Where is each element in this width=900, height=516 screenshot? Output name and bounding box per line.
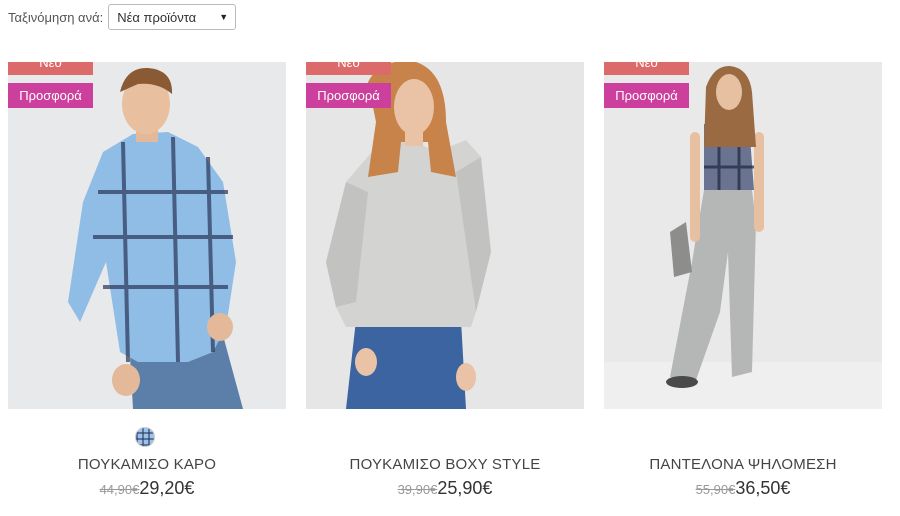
- new-badge: Νέο: [604, 62, 689, 75]
- sort-bar: Ταξινόμηση ανά: Νέα προϊόντα ▼: [8, 3, 237, 31]
- product-image[interactable]: Νέο Προσφορά: [604, 62, 882, 409]
- sort-label: Ταξινόμηση ανά:: [8, 9, 104, 25]
- product-image[interactable]: Νέο Προσφορά: [8, 62, 286, 409]
- product-name[interactable]: ΠΑΝΤΕΛΟΝΑ ΨΗΛΟΜΕΣΗ: [604, 456, 882, 473]
- sort-selected-value: Νέα προϊόντα: [117, 9, 197, 25]
- product-price: 55,90€36,50€: [604, 478, 882, 499]
- old-price: 39,90€: [397, 482, 438, 497]
- sort-select[interactable]: Νέα προϊόντα ▼: [108, 4, 237, 30]
- sale-badge: Προσφορά: [306, 83, 391, 108]
- new-badge: Νέο: [8, 62, 93, 75]
- sale-badge: Προσφορά: [8, 83, 93, 108]
- old-price: 44,90€: [99, 482, 140, 497]
- current-price: 29,20€: [139, 478, 195, 498]
- product-price: 39,90€25,90€: [306, 478, 584, 499]
- chevron-down-icon: ▼: [219, 12, 229, 22]
- old-price: 55,90€: [695, 482, 736, 497]
- product-name[interactable]: ΠΟΥΚΑΜΙΣΟ ΚΑΡΟ: [8, 456, 286, 473]
- current-price: 36,50€: [735, 478, 791, 498]
- current-price: 25,90€: [437, 478, 493, 498]
- product-price: 44,90€29,20€: [8, 478, 286, 499]
- new-badge: Νέο: [306, 62, 391, 75]
- color-swatch[interactable]: [135, 427, 155, 447]
- sale-badge: Προσφορά: [604, 83, 689, 108]
- product-image[interactable]: Νέο Προσφορά: [306, 62, 584, 409]
- product-name[interactable]: ΠΟΥΚΑΜΙΣΟ BOXY STYLE: [306, 456, 584, 473]
